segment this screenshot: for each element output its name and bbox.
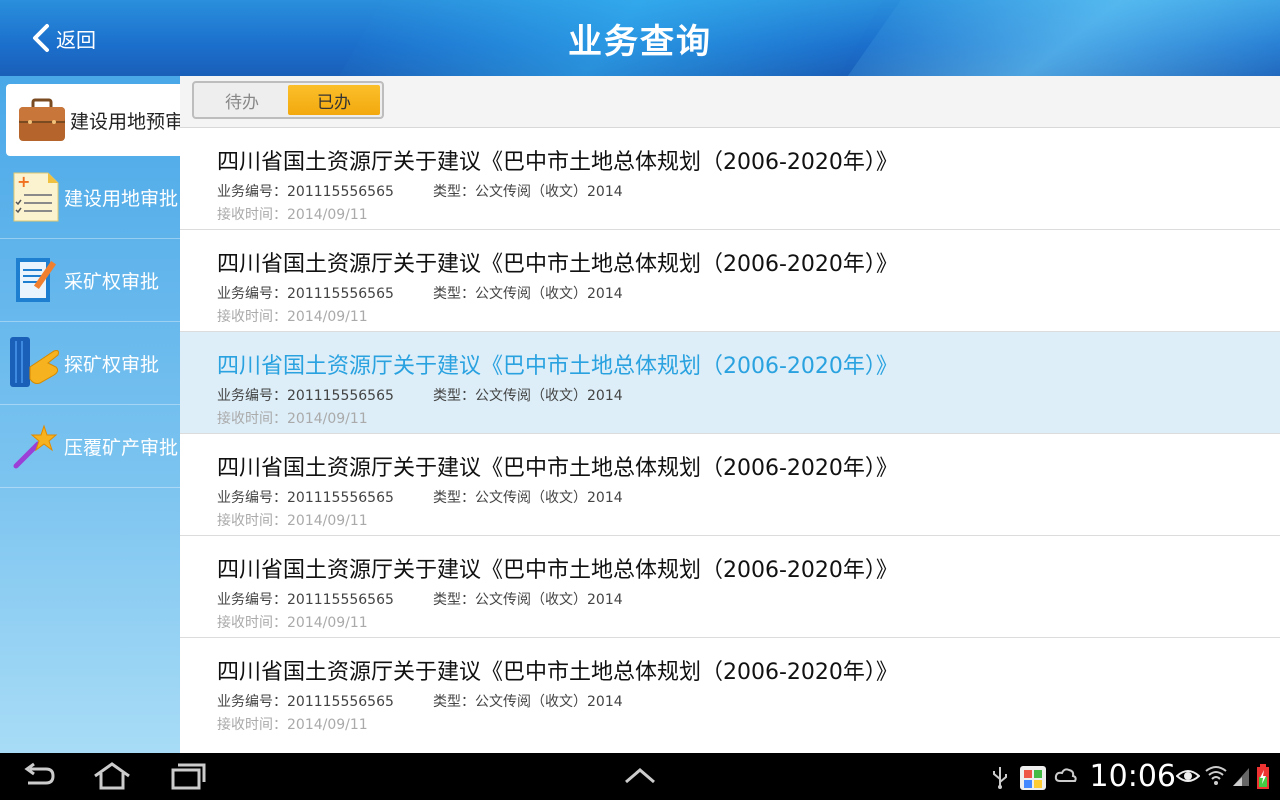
- sidebar-item-label: 压覆矿产审批: [64, 436, 179, 459]
- recent-apps-nav-icon[interactable]: [168, 761, 208, 791]
- item-received-time: 接收时间：2014/09/11: [217, 513, 368, 529]
- item-title: 四川省国土资源厅关于建议《巴中市土地总体规划（2006-2020年）》: [217, 660, 898, 685]
- sidebar: 建设用地预审 + 建设用地审批 采矿权审批 探矿权审批 压覆矿产审批: [0, 76, 184, 753]
- pointing-hand-icon: [10, 337, 62, 389]
- list-item[interactable]: 四川省国土资源厅关于建议《巴中市土地总体规划（2006-2020年）》 业务编号…: [180, 128, 1280, 230]
- item-type: 类型：公文传阅（收文）2014: [433, 694, 623, 710]
- chevron-up-icon[interactable]: [624, 767, 656, 785]
- item-received-time: 接收时间：2014/09/11: [217, 411, 368, 427]
- sidebar-item-exploration-approval[interactable]: 探矿权审批: [0, 322, 180, 405]
- list-item[interactable]: 四川省国土资源厅关于建议《巴中市土地总体规划（2006-2020年）》 业务编号…: [180, 536, 1280, 638]
- item-title: 四川省国土资源厅关于建议《巴中市土地总体规划（2006-2020年）》: [217, 456, 898, 481]
- wifi-icon: [1205, 766, 1227, 785]
- item-title: 四川省国土资源厅关于建议《巴中市土地总体规划（2006-2020年）》: [217, 558, 898, 583]
- item-type: 类型：公文传阅（收文）2014: [433, 592, 623, 608]
- list-item-selected[interactable]: 四川省国土资源厅关于建议《巴中市土地总体规划（2006-2020年）》 业务编号…: [180, 332, 1280, 434]
- item-number: 业务编号：201115556565: [217, 490, 394, 506]
- status-clock: 10:06: [1089, 759, 1176, 794]
- item-received-time: 接收时间：2014/09/11: [217, 207, 368, 223]
- item-title: 四川省国土资源厅关于建议《巴中市土地总体规划（2006-2020年）》: [217, 354, 898, 379]
- tab-pending[interactable]: 待办: [196, 85, 288, 115]
- page-title: 业务查询: [568, 22, 712, 62]
- item-number: 业务编号：201115556565: [217, 592, 394, 608]
- cloud-sync-icon: [1054, 768, 1077, 782]
- sidebar-item-label: 建设用地预审: [70, 110, 185, 133]
- sidebar-item-label: 采矿权审批: [64, 270, 160, 293]
- item-number: 业务编号：201115556565: [217, 388, 394, 404]
- item-type: 类型：公文传阅（收文）2014: [433, 388, 623, 404]
- magic-wand-icon: [10, 420, 62, 472]
- sidebar-item-overlay-mineral-approval[interactable]: 压覆矿产审批: [0, 405, 180, 488]
- battery-charging-icon: [1257, 764, 1269, 789]
- item-title: 四川省国土资源厅关于建议《巴中市土地总体规划（2006-2020年）》: [217, 150, 898, 175]
- system-navigation-bar: 10:06: [0, 753, 1280, 800]
- tab-done[interactable]: 已办: [288, 85, 380, 115]
- item-type: 类型：公文传阅（收文）2014: [433, 490, 623, 506]
- filter-toolbar: 待办 已办: [180, 76, 1280, 128]
- item-received-time: 接收时间：2014/09/11: [217, 717, 368, 733]
- sidebar-item-mining-approval[interactable]: 采矿权审批: [0, 239, 180, 322]
- list-item[interactable]: 四川省国土资源厅关于建议《巴中市土地总体规划（2006-2020年）》 业务编号…: [180, 230, 1280, 332]
- back-nav-icon[interactable]: [22, 761, 56, 791]
- business-list: 四川省国土资源厅关于建议《巴中市土地总体规划（2006-2020年）》 业务编号…: [180, 128, 1280, 740]
- item-type: 类型：公文传阅（收文）2014: [433, 286, 623, 302]
- status-segmented-control: 待办 已办: [192, 81, 384, 119]
- item-title: 四川省国土资源厅关于建议《巴中市土地总体规划（2006-2020年）》: [217, 252, 898, 277]
- sidebar-item-land-approval[interactable]: + 建设用地审批: [0, 156, 180, 239]
- item-number: 业务编号：201115556565: [217, 694, 394, 710]
- signal-icon: [1233, 768, 1249, 786]
- app-notification-icon: [1020, 766, 1046, 790]
- briefcase-icon: [16, 94, 68, 146]
- item-type: 类型：公文传阅（收文）2014: [433, 184, 623, 200]
- document-pen-icon: [10, 254, 62, 306]
- eye-icon: [1176, 770, 1200, 782]
- list-item[interactable]: 四川省国土资源厅关于建议《巴中市土地总体规划（2006-2020年）》 业务编号…: [180, 434, 1280, 536]
- item-number: 业务编号：201115556565: [217, 286, 394, 302]
- checklist-icon: +: [10, 171, 62, 223]
- item-number: 业务编号：201115556565: [217, 184, 394, 200]
- main-panel: 待办 已办 四川省国土资源厅关于建议《巴中市土地总体规划（2006-2020年）…: [180, 76, 1280, 753]
- sidebar-item-land-pre-review[interactable]: 建设用地预审: [6, 84, 184, 156]
- item-received-time: 接收时间：2014/09/11: [217, 615, 368, 631]
- svg-text:+: +: [17, 172, 30, 191]
- sidebar-item-label: 探矿权审批: [64, 353, 160, 376]
- list-item[interactable]: 四川省国土资源厅关于建议《巴中市土地总体规划（2006-2020年）》 业务编号…: [180, 638, 1280, 740]
- sidebar-item-label: 建设用地审批: [64, 187, 179, 210]
- home-nav-icon[interactable]: [92, 761, 132, 791]
- app-header: 返回 业务查询: [0, 0, 1280, 76]
- usb-icon: [993, 767, 1007, 789]
- item-received-time: 接收时间：2014/09/11: [217, 309, 368, 325]
